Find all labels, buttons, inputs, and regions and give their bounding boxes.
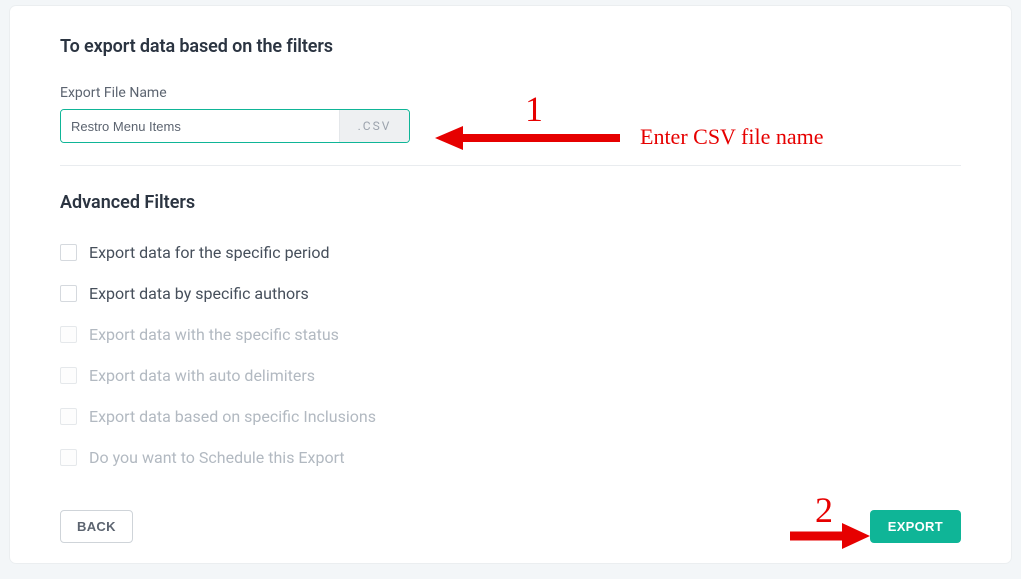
export-card: To export data based on the filters Expo… [10, 6, 1011, 563]
file-name-input-group: .CSV [60, 109, 410, 143]
advanced-filters-title: Advanced Filters [60, 192, 961, 213]
filter-row[interactable]: Export data for the specific period [60, 243, 961, 262]
filter-label: Export data by specific authors [89, 284, 309, 303]
checkbox-icon [60, 367, 77, 384]
divider [60, 165, 961, 166]
back-button[interactable]: BACK [60, 510, 133, 543]
filter-row[interactable]: Export data by specific authors [60, 284, 961, 303]
footer-actions: BACK EXPORT [60, 510, 961, 543]
filter-row: Export data with the specific status [60, 325, 961, 344]
export-button[interactable]: EXPORT [870, 510, 961, 543]
filter-row: Export data with auto delimiters [60, 366, 961, 385]
filter-label: Export data based on specific Inclusions [89, 407, 376, 426]
checkbox-icon[interactable] [60, 285, 77, 302]
filter-label: Do you want to Schedule this Export [89, 448, 345, 467]
filter-row: Export data based on specific Inclusions [60, 407, 961, 426]
checkbox-icon [60, 408, 77, 425]
filter-label: Export data with auto delimiters [89, 366, 315, 385]
file-name-input[interactable] [61, 110, 339, 142]
checkbox-icon[interactable] [60, 244, 77, 261]
file-extension-badge: .CSV [339, 110, 409, 142]
filter-label: Export data for the specific period [89, 243, 330, 262]
filter-row: Do you want to Schedule this Export [60, 448, 961, 467]
filters-list: Export data for the specific period Expo… [60, 243, 961, 467]
file-name-label: Export File Name [60, 85, 961, 101]
filter-label: Export data with the specific status [89, 325, 339, 344]
checkbox-icon [60, 449, 77, 466]
page-title: To export data based on the filters [60, 36, 961, 57]
checkbox-icon [60, 326, 77, 343]
